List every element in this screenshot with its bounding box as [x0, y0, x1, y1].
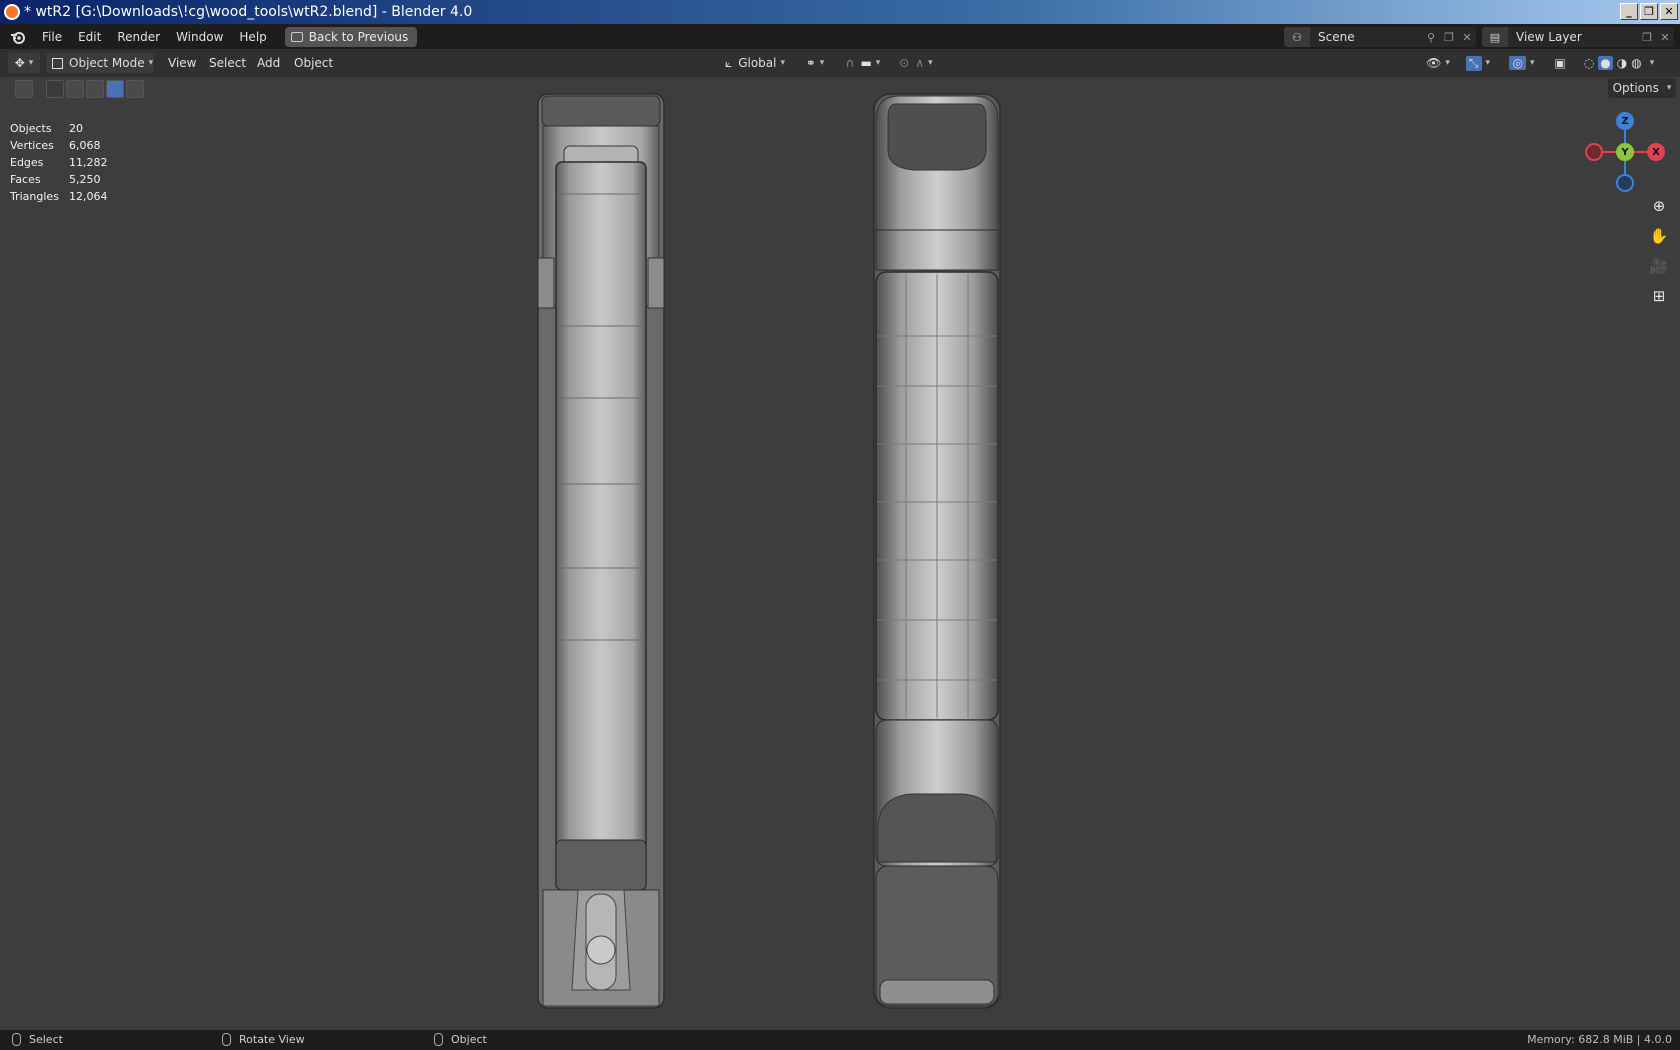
mesh-object-left[interactable]: [537, 93, 665, 1009]
neg-x-axis-icon[interactable]: [1585, 143, 1603, 161]
status-bar: Select Rotate View Object Memory: 682.8 …: [0, 1030, 1680, 1050]
y-axis-icon[interactable]: Y: [1616, 143, 1634, 161]
middle-mouse-icon: [222, 1033, 231, 1046]
navigation-gizmo[interactable]: Z Y X: [1585, 110, 1665, 192]
neg-z-axis-icon[interactable]: [1616, 174, 1634, 192]
viewport-canvas[interactable]: [0, 0, 1680, 1030]
left-mouse-icon: [12, 1033, 21, 1046]
mesh-object-right[interactable]: [873, 93, 1001, 1009]
zoom-icon[interactable]: ⊕: [1645, 192, 1673, 220]
status-select: Select: [12, 1033, 63, 1046]
status-object: Object: [434, 1033, 487, 1046]
perspective-grid-icon[interactable]: ⊞: [1645, 282, 1673, 310]
camera-view-icon[interactable]: 🎥: [1645, 252, 1673, 280]
x-axis-icon[interactable]: X: [1647, 143, 1665, 161]
pan-hand-icon[interactable]: ✋: [1645, 222, 1673, 250]
right-mouse-icon: [434, 1033, 443, 1046]
status-rotate: Rotate View: [222, 1033, 305, 1046]
z-axis-icon[interactable]: Z: [1616, 112, 1634, 130]
memory-info: Memory: 682.8 MiB | 4.0.0: [1527, 1033, 1672, 1046]
